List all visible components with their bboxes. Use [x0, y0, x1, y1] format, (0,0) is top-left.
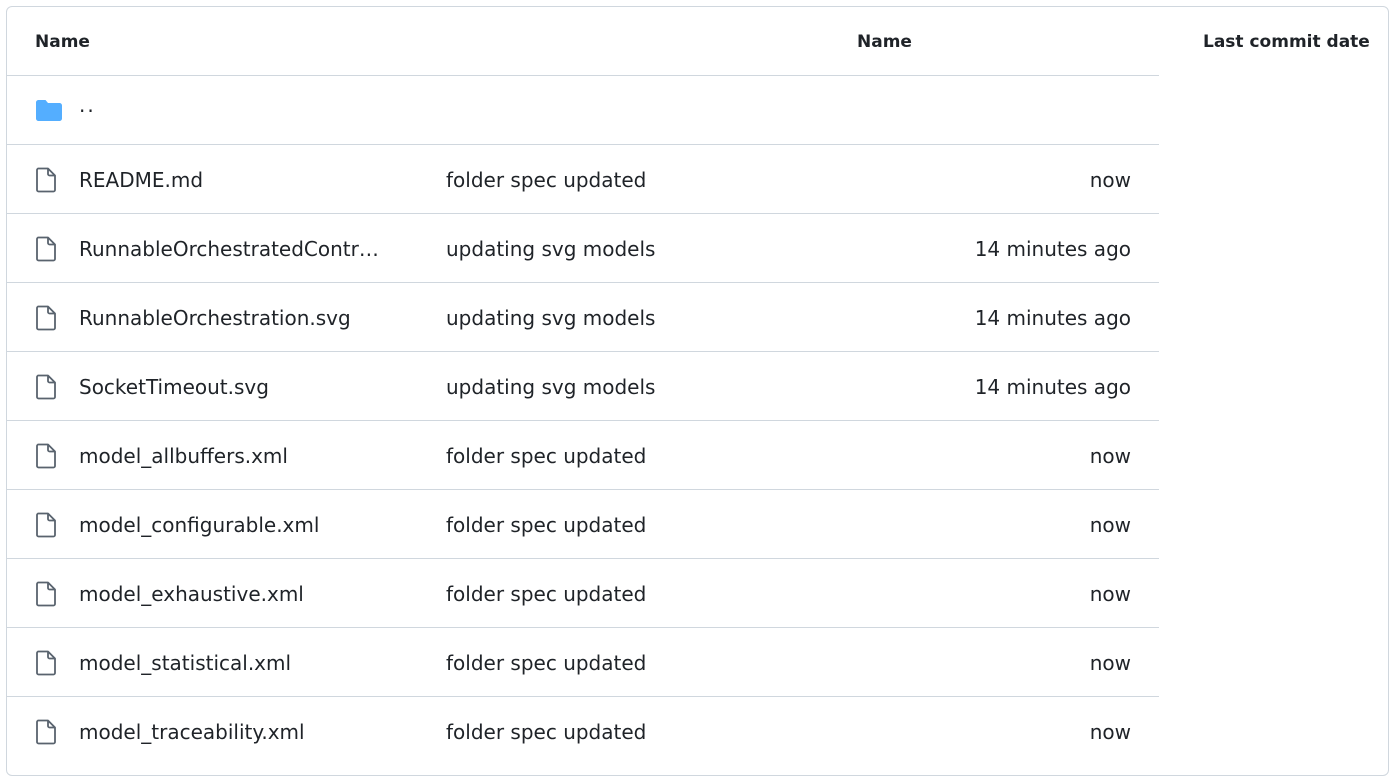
commit-message-link[interactable]: folder spec updated [446, 443, 646, 469]
commit-message-link[interactable]: folder spec updated [446, 512, 646, 538]
file-row[interactable]: model_exhaustive.xml folder spec updated n… [7, 559, 1159, 628]
commit-message-link[interactable]: folder spec updated [446, 581, 646, 607]
commit-message-link[interactable]: folder spec updated [446, 719, 646, 745]
file-row[interactable]: README.md folder spec updated now [7, 145, 1159, 214]
file-list: .. README.md folder spec updated now Runnab… [7, 76, 1159, 765]
file-name-link[interactable]: model_statistical.xml [79, 650, 399, 676]
commit-date: now [1089, 720, 1131, 744]
commit-date: now [1089, 582, 1131, 606]
commit-date: now [1089, 513, 1131, 537]
file-name-link[interactable]: SocketTimeout.svg [79, 374, 399, 400]
column-header-name[interactable]: Name [35, 31, 90, 53]
file-row[interactable]: model_traceability.xml folder spec update… [7, 697, 1159, 765]
commit-message-link[interactable]: updating svg models [446, 305, 655, 331]
commit-date: now [1089, 168, 1131, 192]
column-header-commit-message[interactable]: Name [857, 31, 912, 53]
file-row[interactable]: model_allbuffers.xml folder spec updated n… [7, 421, 1159, 490]
commit-message-link[interactable]: updating svg models [446, 374, 655, 400]
file-icon [35, 374, 61, 400]
file-icon [35, 305, 61, 331]
commit-date: 14 minutes ago [974, 237, 1131, 261]
folder-icon [35, 98, 62, 122]
commit-message-link[interactable]: folder spec updated [446, 167, 646, 193]
file-row[interactable]: RunnableOrchestratedContr… updating svg m… [7, 214, 1159, 283]
file-icon [35, 236, 61, 262]
commit-message-link[interactable]: updating svg models [446, 236, 655, 262]
parent-directory-row[interactable]: .. [7, 76, 1159, 145]
parent-directory-link[interactable]: .. [79, 92, 96, 118]
file-name-link[interactable]: model_configurable.xml [79, 512, 399, 538]
file-row[interactable]: model_statistical.xml folder spec updated… [7, 628, 1159, 697]
commit-date: now [1089, 444, 1131, 468]
file-name-link[interactable]: RunnableOrchestratedContr… [79, 236, 399, 262]
file-icon [35, 512, 61, 538]
file-name-link[interactable]: README.md [79, 167, 399, 193]
file-row[interactable]: model_configurable.xml folder spec update… [7, 490, 1159, 559]
file-icon [35, 581, 61, 607]
commit-date: now [1089, 651, 1131, 675]
file-icon [35, 167, 61, 193]
file-name-link[interactable]: model_traceability.xml [79, 719, 399, 745]
commit-date: 14 minutes ago [974, 306, 1131, 330]
file-icon [35, 443, 61, 469]
file-browser-table: Name Name Last commit date .. README.md f… [6, 6, 1389, 776]
column-header-last-commit-date[interactable]: Last commit date [1203, 31, 1370, 53]
file-row[interactable]: SocketTimeout.svg updating svg models 14 m… [7, 352, 1159, 421]
file-name-link[interactable]: RunnableOrchestration.svg [79, 305, 399, 331]
file-name-link[interactable]: model_allbuffers.xml [79, 443, 399, 469]
file-icon [35, 719, 61, 745]
file-icon [35, 650, 61, 676]
commit-date: 14 minutes ago [974, 375, 1131, 399]
file-name-link[interactable]: model_exhaustive.xml [79, 581, 399, 607]
table-header: Name Name Last commit date [7, 7, 1388, 75]
file-row[interactable]: RunnableOrchestration.svg updating svg mo… [7, 283, 1159, 352]
commit-message-link[interactable]: folder spec updated [446, 650, 646, 676]
